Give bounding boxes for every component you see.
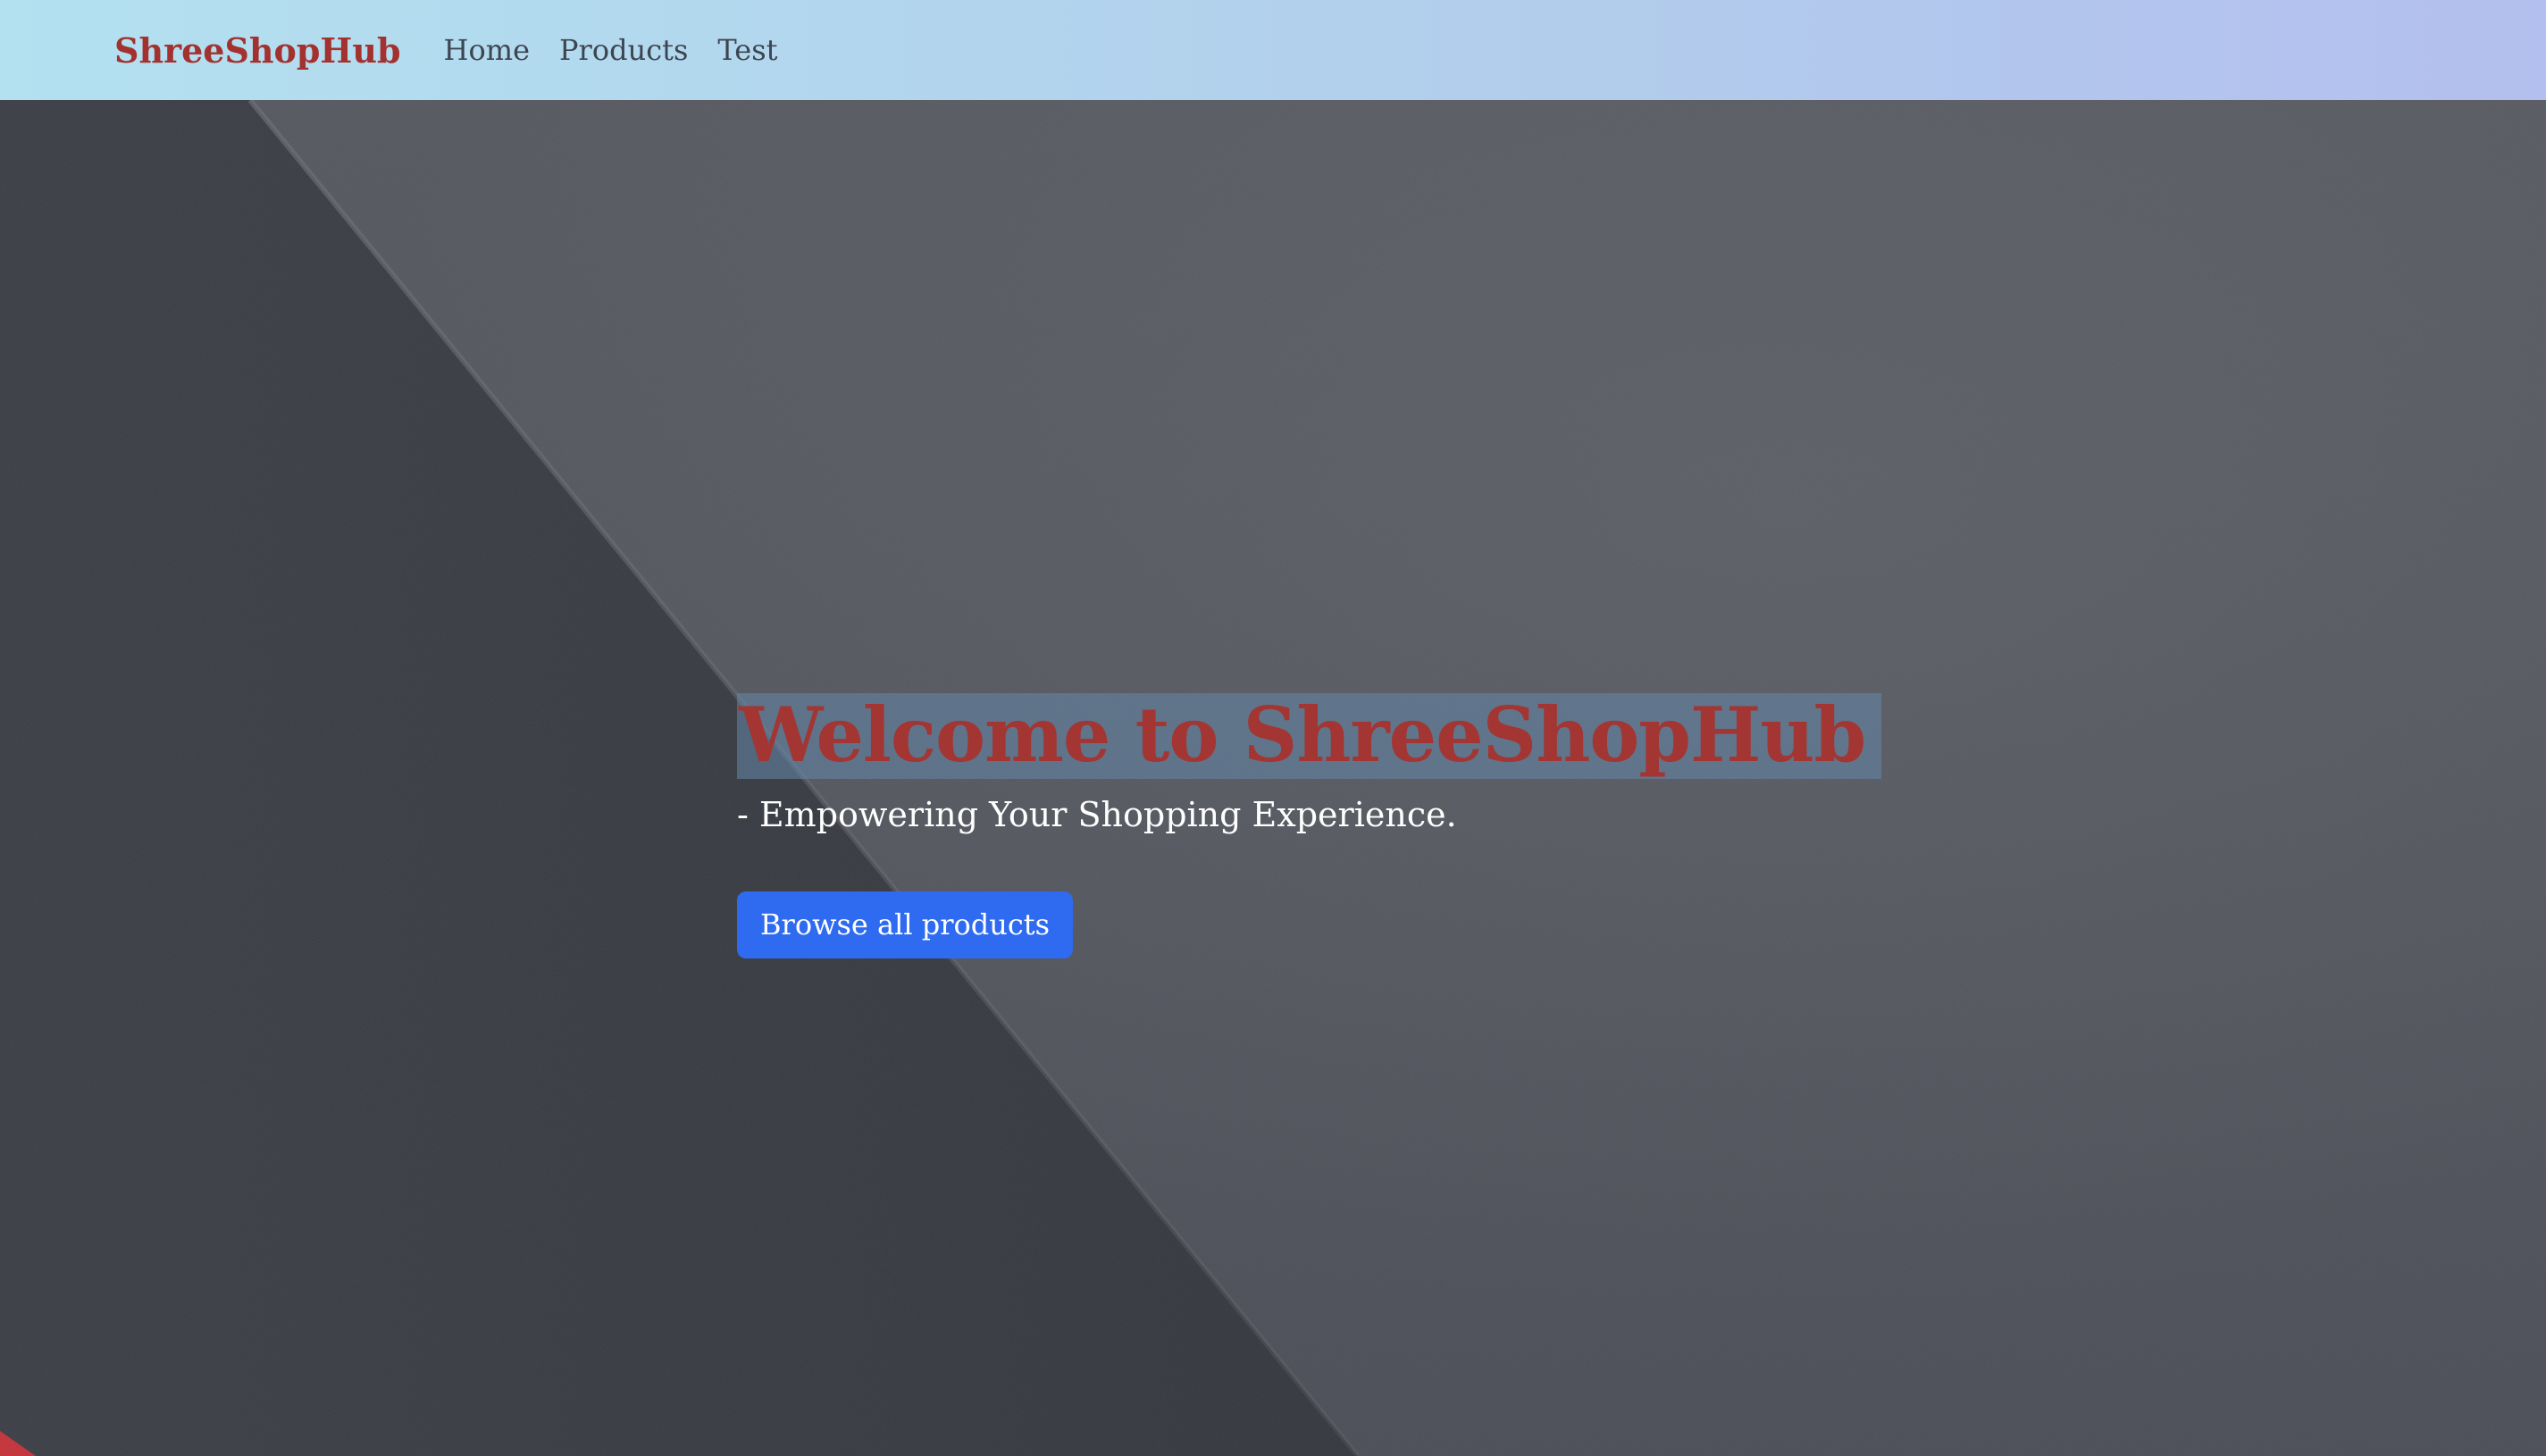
hero-content: Welcome to ShreeShopHub - Empowering You… (737, 693, 1882, 958)
brand-logo-link[interactable]: ShreeShopHub (114, 30, 401, 71)
nav-link-home[interactable]: Home (444, 33, 530, 67)
hero-title: Welcome to ShreeShopHub (737, 693, 1882, 779)
top-navbar: ShreeShopHub Home Products Test (0, 0, 2546, 100)
hero-subtitle: - Empowering Your Shopping Experience. (737, 795, 1457, 834)
nav-link-products[interactable]: Products (559, 33, 688, 67)
page: ShreeShopHub Home Products Test Welcome … (0, 0, 2546, 1456)
nav-link-test[interactable]: Test (717, 33, 777, 67)
browse-all-products-button[interactable]: Browse all products (737, 891, 1074, 958)
